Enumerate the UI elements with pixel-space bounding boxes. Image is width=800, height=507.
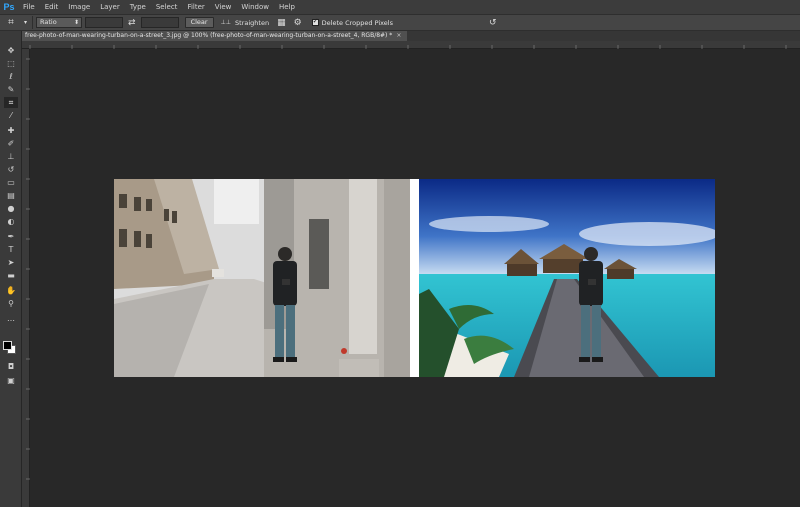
type-icon[interactable]: T	[4, 244, 18, 255]
eraser-icon[interactable]: ▭	[4, 177, 18, 188]
divider	[32, 16, 34, 29]
menu-view[interactable]: View	[210, 0, 237, 14]
move-icon[interactable]: ✥	[4, 45, 18, 56]
grid-overlay-icon[interactable]: ▦	[277, 18, 286, 28]
menu-image[interactable]: Image	[63, 0, 95, 14]
lasso-icon[interactable]: ℓ	[4, 71, 18, 82]
document-tab-bar: free-photo-of-man-wearing-turban-on-a-st…	[22, 31, 800, 41]
history-brush-icon[interactable]: ↺	[4, 164, 18, 175]
street-photo	[114, 179, 410, 377]
menu-layer[interactable]: Layer	[95, 0, 125, 14]
straighten-icon[interactable]: ⊥⊥	[221, 19, 231, 26]
canvas-workspace[interactable]	[30, 49, 800, 507]
tools-panel: ✥ ⬚ ℓ ✎ ⌗ ⁄ ✚ ✐ ⊥ ↺ ▭ ▤ ● ◐ ✒ T ➤ ▬ ✋ ⚲ …	[0, 31, 22, 507]
zoom-icon[interactable]: ⚲	[4, 298, 18, 309]
menu-file[interactable]: File	[18, 0, 40, 14]
ruler-ticks-vertical	[26, 58, 30, 480]
document-tab[interactable]: free-photo-of-man-wearing-turban-on-a-st…	[22, 31, 408, 41]
menu-window[interactable]: Window	[236, 0, 274, 14]
horizontal-ruler[interactable]	[22, 41, 800, 49]
blur-icon[interactable]: ●	[4, 203, 18, 214]
menu-type[interactable]: Type	[125, 0, 151, 14]
options-bar: ⌗ ▾ Ratio ⇄ Clear ⊥⊥ Straighten ▦ ⚙ Dele…	[0, 14, 800, 31]
document-canvas[interactable]	[114, 179, 715, 377]
document-tab-title: free-photo-of-man-wearing-turban-on-a-st…	[25, 32, 393, 39]
pen-icon[interactable]: ✒	[4, 231, 18, 242]
beach-scene-image	[419, 179, 715, 377]
crop-tool-preset-icon[interactable]: ⌗	[0, 15, 22, 30]
menu-filter[interactable]: Filter	[182, 0, 209, 14]
marquee-icon[interactable]: ⬚	[4, 58, 18, 69]
menu-help[interactable]: Help	[274, 0, 300, 14]
menu-select[interactable]: Select	[151, 0, 183, 14]
hand-icon[interactable]: ✋	[4, 285, 18, 296]
crop-icon[interactable]: ⌗	[4, 97, 18, 108]
ruler-ticks	[29, 45, 787, 49]
ratio-width-field[interactable]	[85, 17, 124, 28]
delete-cropped-checkbox[interactable]	[311, 17, 319, 26]
gear-icon[interactable]: ⚙	[294, 18, 302, 28]
screen-mode-icon[interactable]: ▣	[4, 375, 18, 386]
delete-cropped-label: Delete Cropped Pixels	[321, 18, 394, 27]
more-tools-icon[interactable]: …	[4, 313, 18, 324]
rectangle-icon[interactable]: ▬	[4, 270, 18, 281]
quick-mask-icon[interactable]: ◘	[4, 361, 18, 372]
clone-stamp-icon[interactable]: ⊥	[4, 151, 18, 162]
dodge-icon[interactable]: ◐	[4, 216, 18, 227]
brush-icon[interactable]: ✐	[4, 138, 18, 149]
photoshop-logo-icon: Ps	[3, 2, 15, 12]
close-icon[interactable]: ×	[396, 32, 401, 39]
ratio-height-field[interactable]	[140, 17, 179, 28]
clear-button[interactable]: Clear	[184, 17, 214, 28]
vertical-ruler[interactable]	[22, 49, 30, 507]
beach-photo	[419, 179, 715, 377]
ratio-select[interactable]: Ratio	[36, 17, 83, 28]
menu-edit[interactable]: Edit	[40, 0, 64, 14]
foreground-color-swatch[interactable]	[3, 341, 12, 350]
eyedropper-icon[interactable]: ⁄	[4, 110, 18, 121]
reset-icon[interactable]: ↺	[489, 18, 497, 28]
chevron-down-icon[interactable]: ▾	[24, 19, 27, 26]
menu-bar: Ps File Edit Image Layer Type Select Fil…	[0, 0, 800, 14]
healing-brush-icon[interactable]: ✚	[4, 125, 18, 136]
gradient-icon[interactable]: ▤	[4, 190, 18, 201]
straighten-label[interactable]: Straighten	[235, 19, 269, 27]
path-selection-icon[interactable]: ➤	[4, 257, 18, 268]
street-scene-image	[114, 179, 410, 377]
swap-icon[interactable]: ⇄	[128, 18, 136, 28]
quick-selection-icon[interactable]: ✎	[4, 84, 18, 95]
